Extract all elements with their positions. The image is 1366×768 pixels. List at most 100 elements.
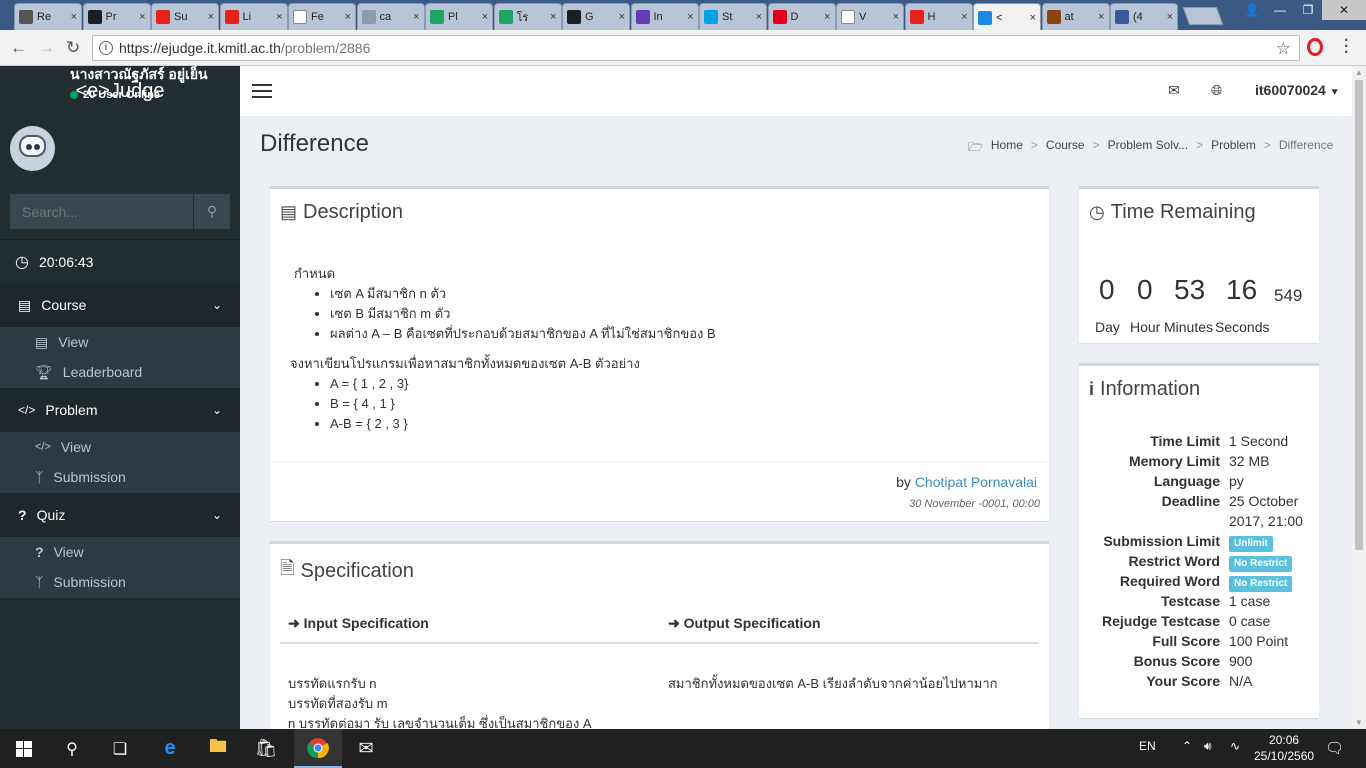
profile-icon[interactable]: 👤 <box>1238 0 1266 20</box>
youtube-icon <box>224 10 239 24</box>
close-tab-icon[interactable]: × <box>893 11 899 23</box>
bookmark-star-icon[interactable]: ☆ <box>1276 37 1291 61</box>
scrollbar-thumb[interactable] <box>1355 80 1363 550</box>
close-tab-icon[interactable]: × <box>71 11 77 23</box>
volume-icon[interactable]: 🔊︎ <box>1204 739 1212 754</box>
info-value: 900 <box>1229 653 1253 669</box>
opera-icon[interactable] <box>1307 38 1323 56</box>
browser-tab[interactable]: D × <box>767 3 836 30</box>
browser-tab[interactable]: Re × <box>14 3 82 30</box>
menu-course[interactable]: ▤ Course ⌄ <box>0 283 240 327</box>
close-tab-icon[interactable]: × <box>1030 12 1036 24</box>
chrome-icon[interactable] <box>294 729 342 768</box>
browser-tab[interactable]: Pr × <box>82 3 151 30</box>
close-window-button[interactable]: ✕ <box>1322 0 1366 20</box>
close-tab-icon[interactable]: × <box>276 11 282 23</box>
scroll-up-icon[interactable]: ▲ <box>1355 68 1363 77</box>
drive-icon <box>498 10 513 24</box>
close-tab-icon[interactable]: × <box>345 11 351 23</box>
breadcrumb-problem-solving[interactable]: Problem Solv... <box>1108 138 1188 159</box>
browser-tab[interactable]: โร × <box>493 3 562 30</box>
envelope-icon[interactable]: ✉ <box>1168 82 1180 99</box>
new-tab-button[interactable] <box>1182 7 1224 25</box>
author-link[interactable]: Chotipat Pornavalai <box>915 474 1037 490</box>
problem-submission-item[interactable]: ᛉ Submission <box>0 462 240 492</box>
browser-menu-icon[interactable]: · · · <box>1344 33 1349 61</box>
forward-arrow-icon[interactable]: → <box>38 38 55 58</box>
browser-tab[interactable]: St × <box>699 3 767 30</box>
search-button[interactable]: ⚲ <box>193 194 230 229</box>
menu-quiz[interactable]: ? Quiz ⌄ <box>0 493 240 537</box>
quiz-submission-item[interactable]: ᛉ Submission <box>0 567 240 597</box>
specification-header: 🗎︎ Specification <box>280 556 414 586</box>
scroll-down-icon[interactable]: ▼ <box>1355 718 1363 727</box>
file-explorer-icon[interactable]: 🖿︎ <box>194 729 242 768</box>
browser-tab[interactable]: (4 × <box>1110 3 1178 30</box>
search-icon[interactable]: ⚲ <box>48 729 96 768</box>
browser-tab[interactable]: V × <box>836 3 904 30</box>
minimize-button[interactable]: — <box>1266 0 1294 20</box>
browser-tab[interactable]: G × <box>562 3 630 30</box>
question-icon: ? <box>35 544 44 560</box>
close-tab-icon[interactable]: × <box>550 11 556 23</box>
close-tab-icon[interactable]: × <box>961 11 967 23</box>
maximize-button[interactable]: ❐ <box>1294 0 1322 20</box>
search-input[interactable] <box>10 194 193 229</box>
back-arrow-icon[interactable]: ← <box>10 38 27 58</box>
problem-view-item[interactable]: </> View <box>0 432 240 462</box>
browser-tab[interactable]: Pl × <box>425 3 493 30</box>
reload-icon[interactable]: ↻ <box>66 38 80 58</box>
wifi-icon[interactable]: ∿ <box>1230 739 1240 753</box>
close-tab-icon[interactable]: × <box>413 11 419 23</box>
store-icon[interactable]: 🛍︎ <box>242 729 290 768</box>
close-tab-icon[interactable]: × <box>687 11 693 23</box>
caret-down-icon: ▼ <box>1329 87 1340 98</box>
language-indicator[interactable]: EN <box>1139 739 1156 753</box>
breadcrumb-problem[interactable]: Problem <box>1211 138 1256 159</box>
browser-tab-label: Li <box>242 11 252 23</box>
breadcrumb-home[interactable]: Home <box>991 138 1023 159</box>
browser-tab[interactable]: H × <box>904 3 973 30</box>
table-icon: ▤ <box>35 333 49 350</box>
menu-problem[interactable]: </> Problem ⌄ <box>0 388 240 432</box>
close-tab-icon[interactable]: × <box>482 11 488 23</box>
edge-icon[interactable]: e <box>146 729 194 768</box>
task-view-icon[interactable]: ❏ <box>96 729 144 768</box>
info-value: py <box>1229 473 1244 489</box>
close-tab-icon[interactable]: × <box>1167 11 1173 23</box>
url-input[interactable]: i https://ejudge.it.kmitl.ac.th/problem/… <box>92 35 1300 61</box>
close-tab-icon[interactable]: × <box>139 11 145 23</box>
breadcrumb-course[interactable]: Course <box>1046 138 1085 159</box>
browser-tab[interactable]: at × <box>1041 3 1110 30</box>
close-tab-icon[interactable]: × <box>208 11 214 23</box>
browser-tab[interactable]: In × <box>630 3 699 30</box>
course-view-label: View <box>58 334 89 350</box>
course-leaderboard-item[interactable]: 🏆︎ Leaderboard <box>0 357 240 387</box>
info-value: 1 Second <box>1229 433 1289 449</box>
mail-icon[interactable]: ✉ <box>342 729 390 768</box>
info-icon[interactable]: i <box>99 41 113 55</box>
quiz-view-item[interactable]: ? View <box>0 537 240 567</box>
branch-icon: ᛉ <box>35 469 44 485</box>
user-menu[interactable]: it60070024 ▼ <box>1255 82 1340 98</box>
sidebar-search: ⚲ <box>10 194 230 229</box>
windows-start-icon[interactable] <box>0 729 48 768</box>
browser-tab[interactable]: ca × <box>356 3 425 30</box>
close-tab-icon[interactable]: × <box>824 11 830 23</box>
browser-tab[interactable]: Li × <box>219 3 288 30</box>
chevron-up-icon[interactable]: ⌃ <box>1182 739 1192 753</box>
browser-tab[interactable]: Su × <box>151 3 219 30</box>
page-scrollbar[interactable]: ▲ ▼ <box>1352 66 1366 729</box>
globe-icon[interactable]: 🌐︎ <box>1211 82 1222 99</box>
browser-tab[interactable]: < × <box>973 3 1041 30</box>
close-tab-icon[interactable]: × <box>756 11 762 23</box>
hamburger-menu-icon[interactable] <box>252 84 272 98</box>
breadcrumb: 🗁︎ Home > Course > Problem Solv... > Proble… <box>968 138 1333 159</box>
close-tab-icon[interactable]: × <box>1098 11 1104 23</box>
system-clock[interactable]: 20:06 25/10/2560 <box>1254 732 1314 764</box>
close-tab-icon[interactable]: × <box>619 11 625 23</box>
course-view-item[interactable]: ▤ View <box>0 327 240 357</box>
browser-tab[interactable]: Fe × <box>288 3 356 30</box>
problem-view-label: View <box>60 439 91 455</box>
notification-icon[interactable]: 🗨︎ <box>1325 739 1344 757</box>
